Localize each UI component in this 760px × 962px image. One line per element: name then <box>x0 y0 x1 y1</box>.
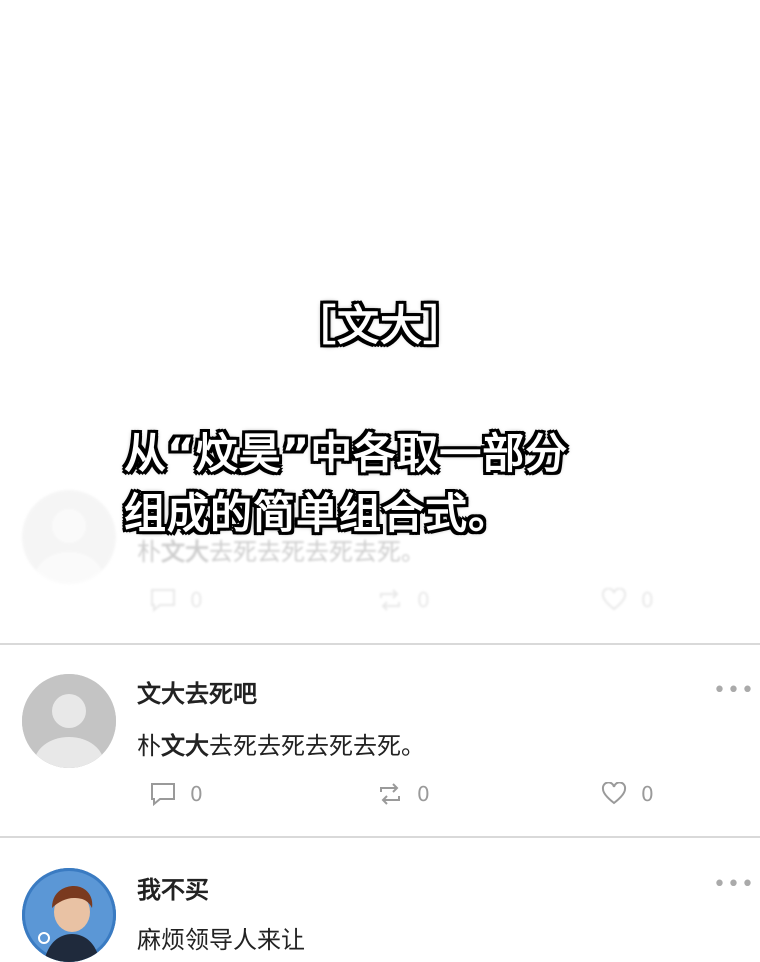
heart-icon <box>601 782 627 805</box>
avatar[interactable] <box>22 868 116 962</box>
comment-count: 0 <box>190 588 203 612</box>
repost-button[interactable]: 0 <box>377 782 430 806</box>
comment-icon <box>151 783 175 806</box>
user-avatar-image <box>22 868 116 962</box>
repost-count: 0 <box>417 588 430 612</box>
caption-line-1: 从“炆昊”中各取一部分 <box>124 429 569 478</box>
caption-line-2: 组成的简单组合式。 <box>124 489 512 538</box>
like-count: 0 <box>641 588 654 612</box>
repost-count: 0 <box>417 782 430 806</box>
more-icon: ••• <box>713 872 755 897</box>
avatar[interactable] <box>22 674 116 768</box>
post-username[interactable]: 文大去死吧 <box>137 674 257 709</box>
more-options-button[interactable]: ••• <box>713 678 755 703</box>
caption-name: ［文大］ <box>293 301 466 350</box>
more-icon: ••• <box>713 678 755 703</box>
post-content: 麻烦领导人来让 <box>137 926 305 954</box>
post: 文大去死吧 ••• 朴文大去死去死去死去死。 0 0 0 <box>0 670 760 830</box>
comment-button[interactable]: 0 <box>150 782 203 806</box>
comment-icon <box>151 589 175 612</box>
more-options-button[interactable]: ••• <box>713 872 755 897</box>
divider <box>0 836 760 838</box>
divider <box>0 643 760 645</box>
post-content: 朴文大去死去死去死去死。 <box>137 732 425 760</box>
comment-button[interactable]: 0 <box>150 588 203 612</box>
like-button[interactable]: 0 <box>601 588 654 612</box>
repost-icon <box>380 589 400 611</box>
like-button[interactable]: 0 <box>601 782 654 806</box>
comment-count: 0 <box>190 782 203 806</box>
post: 我不买 ••• 麻烦领导人来让 <box>0 862 760 962</box>
repost-button[interactable]: 0 <box>377 588 430 612</box>
default-avatar-icon <box>35 509 103 584</box>
heart-icon <box>601 588 627 611</box>
caption-text: 从“炆昊”中各取一部分 组成的简单组合式。 <box>124 424 568 544</box>
post-username[interactable]: 我不买 <box>137 870 209 905</box>
like-count: 0 <box>641 782 654 806</box>
repost-icon <box>380 783 400 805</box>
default-avatar-icon <box>22 674 116 768</box>
avatar[interactable] <box>22 490 116 584</box>
